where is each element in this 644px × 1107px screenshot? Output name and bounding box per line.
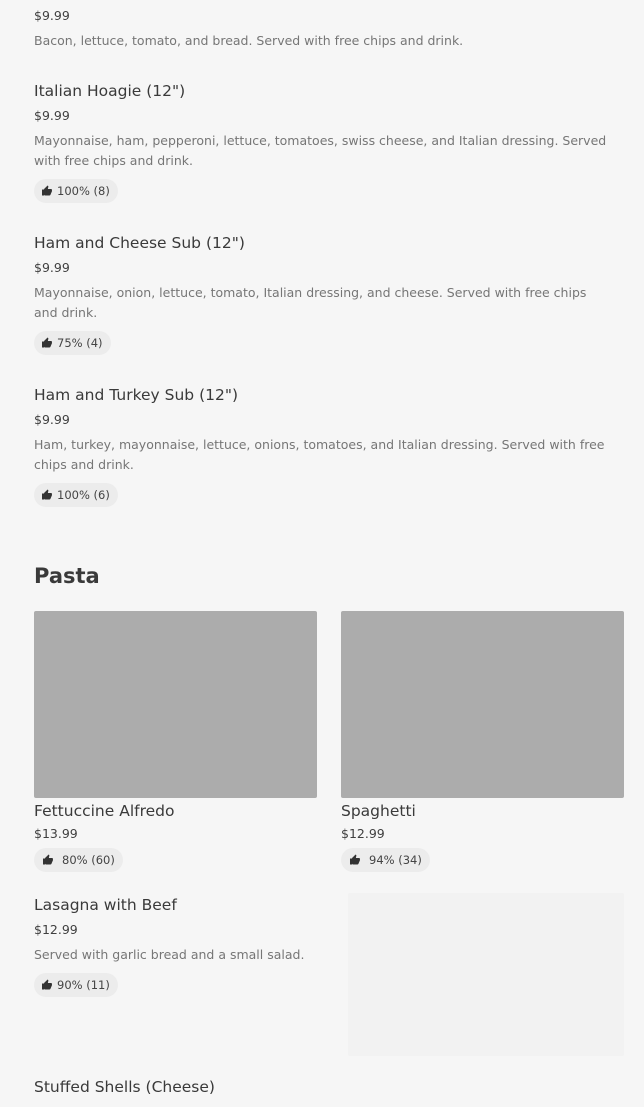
- item-description: Served with garlic bread and a small sal…: [34, 947, 305, 962]
- item-title[interactable]: Italian Hoagie (12"): [34, 82, 185, 100]
- section-title-pasta: Pasta: [34, 564, 100, 588]
- item-title[interactable]: Spaghetti: [341, 802, 416, 820]
- item-title[interactable]: Ham and Cheese Sub (12"): [34, 234, 245, 252]
- thumbs-up-icon: [350, 854, 360, 865]
- thumbs-up-icon: [42, 185, 52, 196]
- item-price: $9.99: [34, 108, 70, 123]
- item-price: $12.99: [34, 922, 78, 937]
- item-price-partial: [34, 1102, 74, 1107]
- item-title[interactable]: Ham and Turkey Sub (12"): [34, 386, 238, 404]
- rating-badge: 75% (4): [34, 331, 111, 355]
- rating-badge: 100% (6): [34, 483, 118, 507]
- item-image-spaghetti[interactable]: [341, 611, 624, 798]
- item-description: Mayonnaise, onion, lettuce, tomato, Ital…: [34, 285, 587, 320]
- rating-text: 100% (8): [57, 184, 110, 198]
- rating-badge: 94% (34): [341, 848, 430, 872]
- rating-text: 94% (34): [369, 853, 422, 867]
- item-image-fettuccine[interactable]: [34, 611, 317, 798]
- rating-badge: 90% (11): [34, 973, 118, 997]
- rating-text: 100% (6): [57, 488, 110, 502]
- rating-text: 90% (11): [57, 978, 110, 992]
- item-image-lasagna[interactable]: [348, 893, 624, 1056]
- rating-text: 75% (4): [57, 336, 103, 350]
- rating-badge: 100% (8): [34, 179, 118, 203]
- item-description: Bacon, lettuce, tomato, and bread. Serve…: [34, 33, 464, 48]
- thumbs-up-icon: [42, 979, 52, 990]
- rating-badge: 80% (60): [34, 848, 123, 872]
- item-price: $9.99: [34, 412, 70, 427]
- item-price: $13.99: [34, 826, 78, 841]
- item-price: $9.99: [34, 260, 70, 275]
- item-description: Mayonnaise, ham, pepperoni, lettuce, tom…: [34, 133, 607, 168]
- rating-text: 80% (60): [62, 853, 115, 867]
- item-title[interactable]: Fettuccine Alfredo: [34, 802, 174, 820]
- item-title[interactable]: Lasagna with Beef: [34, 896, 177, 914]
- item-description: Ham, turkey, mayonnaise, lettuce, onions…: [34, 437, 605, 472]
- thumbs-up-icon: [42, 489, 52, 500]
- item-price: $9.99: [34, 8, 70, 23]
- thumbs-up-icon: [43, 854, 53, 865]
- thumbs-up-icon: [42, 337, 52, 348]
- item-title[interactable]: Stuffed Shells (Cheese): [34, 1078, 215, 1096]
- item-price: $12.99: [341, 826, 385, 841]
